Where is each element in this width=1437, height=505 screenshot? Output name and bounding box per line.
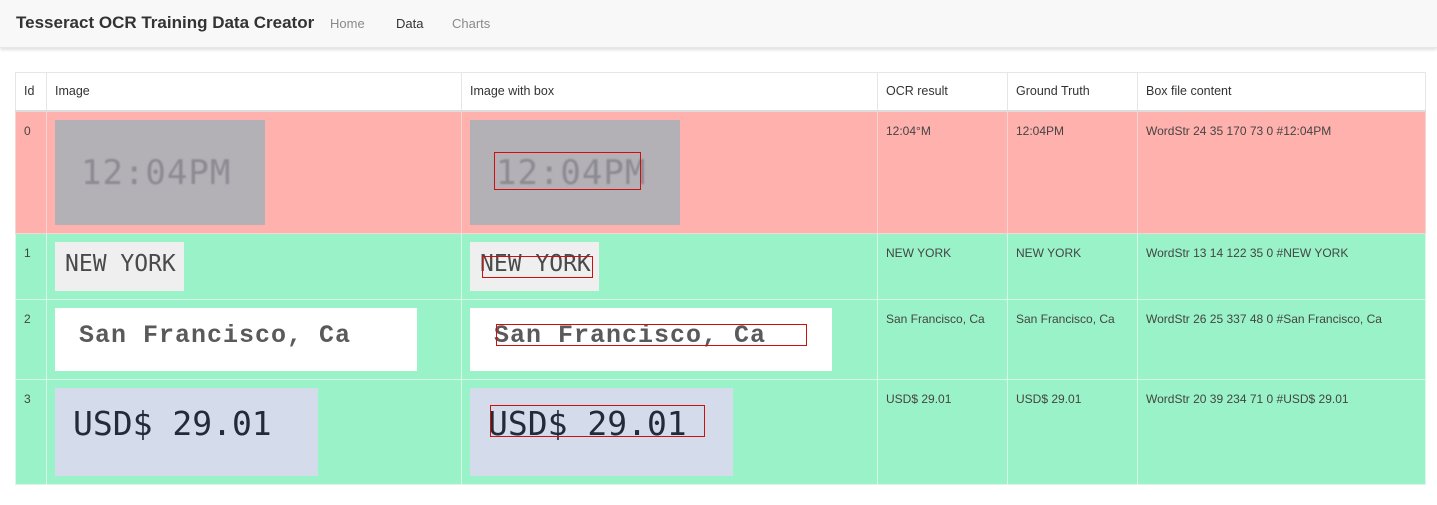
table-row: 1 NEW YORK NEW YORK NEW YORK NEW YORK Wo… (15, 232, 1426, 300)
nav-home-link[interactable]: Home (330, 16, 365, 31)
ocr-image: NEW YORK (55, 241, 184, 291)
results-table: Id Image Image with box OCR result Groun… (15, 72, 1426, 485)
table-header-row: Id Image Image with box OCR result Groun… (15, 72, 1426, 112)
cell-box-file-content: WordStr 13 14 122 35 0 #NEW YORK (1137, 232, 1426, 300)
cell-id: 1 (15, 232, 47, 300)
ocr-image: USD$ 29.01 (55, 387, 318, 476)
header-id: Id (15, 72, 47, 112)
ocr-image-text: 12:04PM (81, 152, 232, 193)
results-table-container: Id Image Image with box OCR result Groun… (15, 72, 1426, 485)
app-title[interactable]: Tesseract OCR Training Data Creator (16, 13, 314, 33)
ocr-image-with-box: USD$ 29.01 (470, 387, 733, 476)
header-ground-truth: Ground Truth (1007, 72, 1138, 112)
ocr-image: 12:04PM (55, 119, 265, 225)
cell-ocr-result: 12:04°M (877, 110, 1008, 234)
top-navbar: Tesseract OCR Training Data Creator Home… (0, 0, 1437, 48)
ocr-image: San Francisco, Ca (55, 307, 417, 371)
cell-image-with-box: San Francisco, Ca (461, 298, 878, 380)
cell-ground-truth: USD$ 29.01 (1007, 378, 1138, 485)
bounding-box (494, 151, 641, 190)
nav-charts-link[interactable]: Charts (452, 16, 490, 31)
ocr-image-with-box: NEW YORK (470, 241, 599, 291)
cell-box-file-content: WordStr 20 39 234 71 0 #USD$ 29.01 (1137, 378, 1426, 485)
ocr-image-with-box: 12:04PM (470, 119, 680, 225)
header-image: Image (46, 72, 462, 112)
cell-ground-truth: 12:04PM (1007, 110, 1138, 234)
cell-box-file-content: WordStr 24 35 170 73 0 #12:04PM (1137, 110, 1426, 234)
cell-ocr-result: NEW YORK (877, 232, 1008, 300)
bounding-box (490, 404, 705, 437)
cell-image: NEW YORK (46, 232, 462, 300)
header-image-with-box: Image with box (461, 72, 878, 112)
ocr-image-text: NEW YORK (65, 250, 176, 277)
header-box-file-content: Box file content (1137, 72, 1426, 112)
ocr-image-text: San Francisco, Ca (79, 320, 352, 350)
ocr-image-text: USD$ 29.01 (73, 403, 272, 443)
cell-id: 3 (15, 378, 47, 485)
nav-data-link[interactable]: Data (396, 16, 423, 31)
table-row: 0 12:04PM 12:04PM 12:04°M 12:04PM WordSt… (15, 110, 1426, 234)
cell-ocr-result: USD$ 29.01 (877, 378, 1008, 485)
table-row: 2 San Francisco, Ca San Francisco, Ca Sa… (15, 298, 1426, 380)
header-ocr-result: OCR result (877, 72, 1008, 112)
cell-ground-truth: NEW YORK (1007, 232, 1138, 300)
cell-image-with-box: 12:04PM (461, 110, 878, 234)
cell-image: 12:04PM (46, 110, 462, 234)
ocr-image-with-box: San Francisco, Ca (470, 307, 832, 371)
bounding-box (496, 323, 807, 346)
cell-ocr-result: San Francisco, Ca (877, 298, 1008, 380)
cell-id: 0 (15, 110, 47, 234)
cell-box-file-content: WordStr 26 25 337 48 0 #San Francisco, C… (1137, 298, 1426, 380)
cell-ground-truth: San Francisco, Ca (1007, 298, 1138, 380)
cell-image: USD$ 29.01 (46, 378, 462, 485)
cell-id: 2 (15, 298, 47, 380)
cell-image: San Francisco, Ca (46, 298, 462, 380)
cell-image-with-box: NEW YORK (461, 232, 878, 300)
cell-image-with-box: USD$ 29.01 (461, 378, 878, 485)
bounding-box (482, 255, 593, 278)
table-row: 3 USD$ 29.01 USD$ 29.01 USD$ 29.01 USD$ … (15, 378, 1426, 485)
